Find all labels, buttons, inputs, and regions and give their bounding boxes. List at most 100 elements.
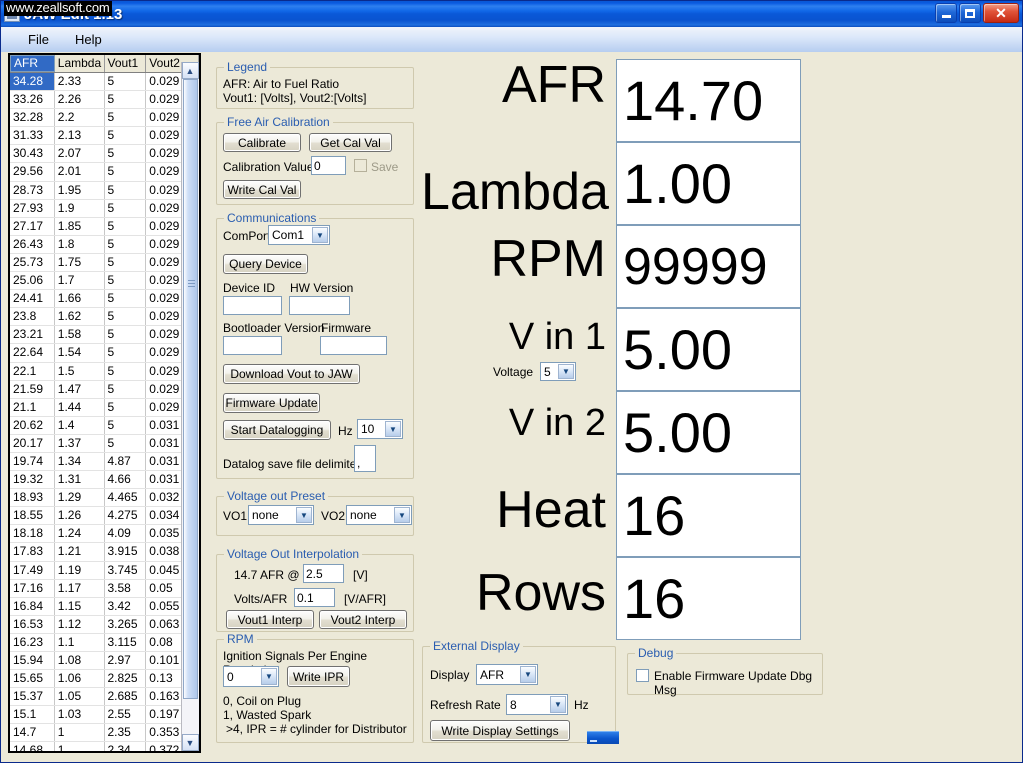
table-cell-lambda[interactable]: 1.12 — [55, 615, 105, 633]
chevron-down-icon[interactable]: ▼ — [520, 666, 536, 683]
table-cell-vout1[interactable]: 3.42 — [105, 597, 147, 615]
hw-version-input[interactable] — [289, 296, 350, 315]
table-cell-afr[interactable]: 27.93 — [10, 199, 55, 217]
voltage-select[interactable]: 5 ▼ — [540, 362, 576, 381]
table-cell-lambda[interactable]: 1.8 — [55, 235, 105, 253]
scroll-down-icon[interactable]: ▼ — [181, 734, 199, 751]
table-cell-vout1[interactable]: 2.825 — [105, 670, 147, 688]
table-cell-lambda[interactable]: 1.21 — [55, 543, 105, 561]
table-cell-vout1[interactable]: 4.465 — [105, 489, 147, 507]
table-cell-afr[interactable]: 21.59 — [10, 380, 55, 398]
readout-value-rows[interactable]: 16 — [616, 557, 801, 640]
table-cell-afr[interactable]: 24.41 — [10, 290, 55, 308]
table-row[interactable]: 22.1 1.5 5 0.029 — [10, 362, 199, 381]
table-cell-afr[interactable]: 30.43 — [10, 145, 55, 163]
table-cell-vout1[interactable]: 5 — [105, 217, 147, 235]
table-cell-vout1[interactable]: 5 — [105, 380, 147, 398]
table-cell-afr[interactable]: 16.53 — [10, 615, 55, 633]
table-row[interactable]: 24.41 1.66 5 0.029 — [10, 290, 199, 309]
table-cell-lambda[interactable]: 1.7 — [55, 272, 105, 290]
table-cell-lambda[interactable]: 1.1 — [55, 633, 105, 651]
table-cell-vout1[interactable]: 3.265 — [105, 615, 147, 633]
close-button[interactable]: ✕ — [983, 3, 1019, 23]
table-cell-lambda[interactable]: 1 — [55, 742, 105, 751]
calibrate-button[interactable]: Calibrate — [223, 133, 301, 152]
table-cell-afr[interactable]: 32.28 — [10, 109, 55, 127]
table-cell-vout1[interactable]: 5 — [105, 127, 147, 145]
table-cell-afr[interactable]: 28.73 — [10, 181, 55, 199]
table-cell-lambda[interactable]: 1.95 — [55, 181, 105, 199]
table-cell-vout1[interactable]: 3.115 — [105, 633, 147, 651]
table-row[interactable]: 15.65 1.06 2.825 0.13 — [10, 670, 199, 689]
table-cell-afr[interactable]: 23.8 — [10, 308, 55, 326]
device-id-input[interactable] — [223, 296, 282, 315]
table-row[interactable]: 15.94 1.08 2.97 0.101 — [10, 652, 199, 671]
download-vout-button[interactable]: Download Vout to JAW — [223, 364, 360, 384]
table-row[interactable]: 22.64 1.54 5 0.029 — [10, 344, 199, 363]
table-cell-vout1[interactable]: 5 — [105, 326, 147, 344]
vout1-interp-button[interactable]: Vout1 Interp — [226, 610, 314, 629]
save-checkbox[interactable] — [354, 159, 367, 172]
table-row[interactable]: 18.55 1.26 4.275 0.034 — [10, 507, 199, 526]
datalog-hz-select[interactable]: 10 ▼ — [357, 419, 403, 439]
scrollbar-thumb[interactable] — [182, 79, 198, 699]
readout-value-vin1[interactable]: 5.00 — [616, 308, 801, 391]
table-cell-lambda[interactable]: 1.19 — [55, 561, 105, 579]
table-cell-afr[interactable]: 25.06 — [10, 272, 55, 290]
table-cell-lambda[interactable]: 1.66 — [55, 290, 105, 308]
table-cell-afr[interactable]: 23.21 — [10, 326, 55, 344]
table-cell-lambda[interactable]: 1.58 — [55, 326, 105, 344]
table-row[interactable]: 20.62 1.4 5 0.031 — [10, 416, 199, 435]
table-cell-afr[interactable]: 15.37 — [10, 688, 55, 706]
vo1-select[interactable]: none ▼ — [248, 505, 314, 525]
table-row[interactable]: 16.53 1.12 3.265 0.063 — [10, 615, 199, 634]
table-cell-afr[interactable]: 22.1 — [10, 362, 55, 380]
table-cell-lambda[interactable]: 1.15 — [55, 597, 105, 615]
table-cell-afr[interactable]: 33.26 — [10, 91, 55, 109]
table-cell-afr[interactable]: 27.17 — [10, 217, 55, 235]
table-row[interactable]: 25.06 1.7 5 0.029 — [10, 272, 199, 291]
table-vertical-scrollbar[interactable]: ▲ ▼ — [181, 62, 199, 751]
table-cell-vout1[interactable]: 2.97 — [105, 652, 147, 670]
table-cell-vout1[interactable]: 5 — [105, 235, 147, 253]
table-cell-vout1[interactable]: 5 — [105, 272, 147, 290]
table-cell-afr[interactable]: 19.74 — [10, 452, 55, 471]
table-cell-afr[interactable]: 17.83 — [10, 543, 55, 561]
table-cell-vout1[interactable]: 5 — [105, 344, 147, 362]
table-row[interactable]: 17.16 1.17 3.58 0.05 — [10, 579, 199, 598]
table-cell-vout1[interactable]: 3.915 — [105, 543, 147, 561]
table-cell-afr[interactable]: 17.16 — [10, 579, 55, 597]
menu-item-help[interactable]: Help — [62, 30, 115, 49]
table-cell-vout1[interactable]: 5 — [105, 109, 147, 127]
table-cell-lambda[interactable]: 2.01 — [55, 163, 105, 181]
table-row[interactable]: 19.74 1.34 4.87 0.031 — [10, 452, 199, 472]
table-cell-vout1[interactable]: 5 — [105, 290, 147, 308]
table-cell-afr[interactable]: 16.84 — [10, 597, 55, 615]
table-cell-afr[interactable]: 21.1 — [10, 398, 55, 416]
scrollbar-track[interactable] — [181, 79, 199, 734]
table-cell-lambda[interactable]: 2.33 — [55, 73, 105, 91]
start-datalogging-button[interactable]: Start Datalogging — [223, 420, 331, 440]
table-cell-vout1[interactable]: 5 — [105, 362, 147, 380]
table-row[interactable]: 14.68 1 2.34 0.372 — [10, 742, 199, 751]
table-cell-lambda[interactable]: 1.75 — [55, 253, 105, 272]
table-cell-afr[interactable]: 18.93 — [10, 489, 55, 507]
table-cell-afr[interactable]: 18.55 — [10, 507, 55, 525]
table-cell-afr[interactable]: 19.32 — [10, 471, 55, 489]
chevron-down-icon[interactable]: ▼ — [312, 227, 328, 243]
table-cell-afr[interactable]: 26.43 — [10, 235, 55, 253]
table-cell-afr[interactable]: 14.7 — [10, 724, 55, 742]
table-row[interactable]: 19.32 1.31 4.66 0.031 — [10, 471, 199, 490]
table-cell-lambda[interactable]: 1.34 — [55, 452, 105, 471]
readout-value-rpm[interactable]: 99999 — [616, 225, 801, 308]
ipr-select[interactable]: 0 ▼ — [223, 666, 279, 687]
query-device-button[interactable]: Query Device — [223, 254, 308, 274]
table-cell-vout1[interactable]: 5 — [105, 145, 147, 163]
scroll-up-icon[interactable]: ▲ — [181, 62, 199, 79]
table-row[interactable]: 27.93 1.9 5 0.029 — [10, 199, 199, 218]
table-cell-vout1[interactable]: 2.55 — [105, 706, 147, 724]
table-row[interactable]: 17.83 1.21 3.915 0.038 — [10, 543, 199, 562]
table-cell-afr[interactable]: 31.33 — [10, 127, 55, 145]
write-cal-val-button[interactable]: Write Cal Val — [223, 180, 301, 199]
table-row[interactable]: 30.43 2.07 5 0.029 — [10, 145, 199, 164]
